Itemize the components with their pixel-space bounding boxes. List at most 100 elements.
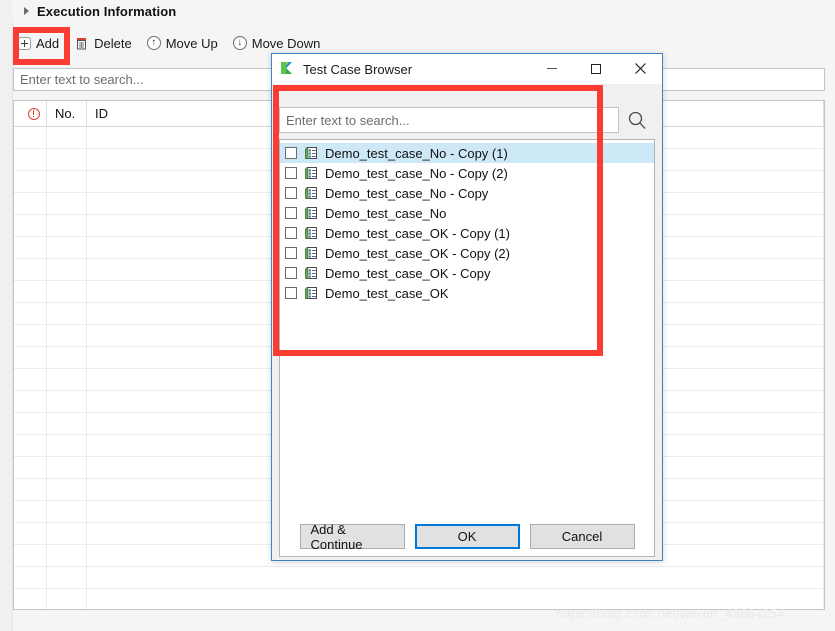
- add-button[interactable]: Add: [12, 31, 68, 55]
- table-cell: [87, 567, 824, 588]
- table-cell: [47, 149, 87, 170]
- table-cell: [14, 435, 47, 456]
- checkbox[interactable]: [285, 167, 297, 179]
- close-icon[interactable]: [618, 54, 662, 83]
- table-cell: [14, 127, 47, 148]
- search-placeholder: Enter text to search...: [20, 72, 144, 87]
- table-cell: [47, 435, 87, 456]
- list-item[interactable]: Demo_test_case_OK - Copy (1): [280, 223, 654, 243]
- arrow-down-circle-icon: ↓: [232, 36, 247, 50]
- table-cell: [14, 413, 47, 434]
- section-header-execution-information[interactable]: Execution Information: [12, 0, 835, 22]
- checkbox[interactable]: [285, 267, 297, 279]
- test-case-icon: [297, 246, 318, 260]
- list-item[interactable]: Demo_test_case_OK: [280, 283, 654, 303]
- table-cell: [47, 545, 87, 566]
- test-case-icon: [297, 286, 318, 300]
- test-case-icon: [297, 166, 318, 180]
- test-case-icon: [297, 206, 318, 220]
- table-cell: [47, 171, 87, 192]
- dialog-search-input[interactable]: Enter text to search...: [279, 107, 619, 133]
- checkbox[interactable]: [285, 287, 297, 299]
- table-cell: [47, 237, 87, 258]
- list-item[interactable]: Demo_test_case_No: [280, 203, 654, 223]
- list-item-label: Demo_test_case_OK - Copy (2): [325, 245, 510, 261]
- table-cell: [47, 523, 87, 544]
- add-and-continue-button[interactable]: Add & Continue: [299, 522, 405, 552]
- table-row[interactable]: [14, 567, 824, 589]
- list-item-label: Demo_test_case_No - Copy (1): [325, 145, 508, 161]
- move-up-button-label: Move Up: [165, 35, 218, 51]
- watermark-text: https://blog.csdn.net/weixin_43664254: [556, 606, 785, 621]
- list-item[interactable]: Demo_test_case_No - Copy (2): [280, 163, 654, 183]
- dialog-search-placeholder: Enter text to search...: [286, 112, 410, 128]
- table-cell: [14, 281, 47, 302]
- test-case-browser-dialog[interactable]: Test Case Browser Enter text to search..…: [271, 53, 663, 561]
- ok-button[interactable]: OK: [414, 524, 520, 549]
- table-cell: [14, 589, 47, 609]
- table-cell: [14, 545, 47, 566]
- cancel-button[interactable]: Cancel: [529, 524, 635, 549]
- list-item-label: Demo_test_case_OK - Copy: [325, 265, 491, 281]
- checkbox[interactable]: [285, 227, 297, 239]
- table-cell: [14, 347, 47, 368]
- triangle-right-icon[interactable]: [24, 7, 29, 15]
- test-case-list[interactable]: Demo_test_case_No - Copy (1) Demo_test_ca…: [279, 139, 655, 557]
- table-cell: [47, 303, 87, 324]
- table-cell: [14, 457, 47, 478]
- checkbox[interactable]: [285, 247, 297, 259]
- minimize-icon[interactable]: [530, 54, 574, 83]
- test-case-icon: [297, 186, 318, 200]
- table-cell: [47, 325, 87, 346]
- table-cell: [47, 215, 87, 236]
- table-cell: [14, 479, 47, 500]
- exclamation-circle-icon: [28, 107, 40, 120]
- trash-icon: [74, 36, 89, 51]
- list-item[interactable]: Demo_test_case_No - Copy (1): [280, 143, 654, 163]
- checkbox[interactable]: [285, 207, 297, 219]
- search-icon[interactable]: [619, 107, 655, 133]
- table-cell: [14, 391, 47, 412]
- table-cell: [47, 391, 87, 412]
- delete-button-label: Delete: [94, 35, 132, 51]
- table-cell: [47, 501, 87, 522]
- table-cell: [14, 259, 47, 280]
- left-gutter: [0, 0, 13, 631]
- dialog-body: Enter text to search... Demo_test_case_N…: [272, 84, 662, 560]
- table-cell: [14, 501, 47, 522]
- table-cell: [14, 567, 47, 588]
- test-case-icon: [297, 226, 318, 240]
- table-cell: [14, 237, 47, 258]
- move-up-button[interactable]: ↑ Move Up: [141, 31, 227, 55]
- checkbox[interactable]: [285, 187, 297, 199]
- list-item-label: Demo_test_case_OK - Copy (1): [325, 225, 510, 241]
- table-cell: [14, 303, 47, 324]
- column-header-warning: [14, 101, 47, 126]
- list-item[interactable]: Demo_test_case_No - Copy: [280, 183, 654, 203]
- dialog-buttons: Add & Continue OK Cancel: [272, 522, 662, 552]
- list-item[interactable]: Demo_test_case_OK - Copy (2): [280, 243, 654, 263]
- table-cell: [47, 589, 87, 609]
- table-cell: [14, 193, 47, 214]
- delete-button[interactable]: Delete: [68, 31, 141, 55]
- checkbox[interactable]: [285, 147, 297, 159]
- list-item[interactable]: Demo_test_case_OK - Copy: [280, 263, 654, 283]
- dialog-title: Test Case Browser: [303, 61, 413, 77]
- add-button-label: Add: [36, 35, 60, 51]
- table-cell: [14, 149, 47, 170]
- maximize-icon[interactable]: [574, 54, 618, 83]
- table-cell: [47, 457, 87, 478]
- move-down-button[interactable]: ↓ Move Down: [227, 31, 330, 55]
- katalon-k-logo-icon: [280, 60, 296, 79]
- list-item-label: Demo_test_case_No - Copy: [325, 185, 489, 201]
- plus-square-icon: [18, 36, 31, 50]
- dialog-titlebar[interactable]: Test Case Browser: [272, 54, 662, 84]
- table-cell: [47, 369, 87, 390]
- table-cell: [14, 215, 47, 236]
- table-cell: [47, 479, 87, 500]
- test-case-icon: [297, 266, 318, 280]
- table-cell: [47, 567, 87, 588]
- column-header-no: No.: [47, 101, 87, 126]
- list-item-label: Demo_test_case_No: [325, 205, 447, 221]
- table-cell: [14, 325, 47, 346]
